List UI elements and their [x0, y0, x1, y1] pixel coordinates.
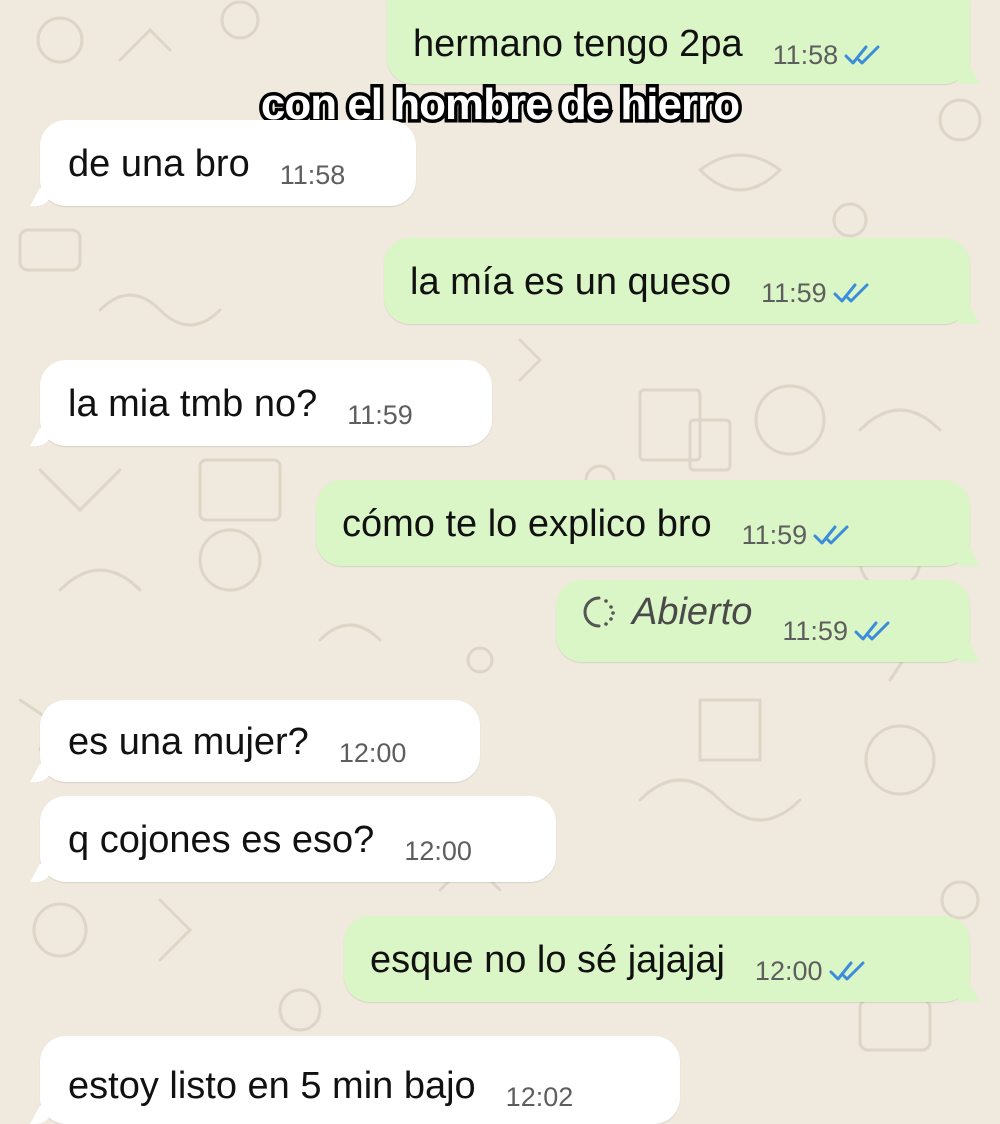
double-check-read-icon	[833, 283, 869, 303]
message-time: 12:00	[754, 956, 823, 986]
message-text: de una bro	[68, 143, 250, 185]
message-time: 11:59	[782, 616, 848, 646]
message-bubble-outgoing[interactable]: cómo te lo explico bro 11:59	[316, 480, 970, 566]
message-meta: 11:59	[761, 278, 871, 308]
message-time: 11:58	[772, 40, 839, 70]
message-text: hermano tengo 2pa	[413, 23, 743, 65]
message-bubble-outgoing[interactable]: hermano tengo 2pa 11:58	[387, 0, 970, 84]
message-bubble-incoming[interactable]: la mia tmb no? 11:59	[40, 360, 492, 446]
view-once-message-bubble[interactable]: Abierto 11:59	[556, 580, 970, 662]
message-bubble-incoming[interactable]: q cojones es eso? 12:00	[40, 796, 556, 882]
message-text: la mía es un queso	[410, 261, 732, 303]
message-bubble-incoming[interactable]: es una mujer? 12:00	[40, 700, 480, 782]
message-text: esque no lo sé jajajaj	[370, 939, 725, 981]
view-once-status-label: Abierto	[632, 591, 753, 633]
message-time: 11:59	[347, 400, 413, 430]
message-text: es una mujer?	[68, 721, 309, 763]
message-time: 11:59	[761, 278, 827, 308]
message-bubble-incoming[interactable]: de una bro 11:58	[40, 120, 416, 206]
message-bubble-outgoing[interactable]: esque no lo sé jajajaj 12:00	[344, 916, 970, 1002]
double-check-read-icon	[813, 525, 849, 545]
message-meta: 11:58	[280, 160, 346, 190]
message-time: 12:02	[505, 1082, 574, 1112]
message-time: 11:58	[279, 160, 346, 190]
message-meta: 12:00	[404, 836, 472, 866]
double-check-read-icon	[829, 961, 864, 981]
message-time: 12:00	[338, 738, 407, 768]
message-meta: 12:00	[755, 956, 867, 986]
message-time: 11:59	[741, 520, 808, 550]
message-bubble-outgoing[interactable]: la mía es un queso 11:59	[384, 238, 970, 324]
message-time: 12:00	[404, 836, 472, 866]
message-meta: 12:00	[339, 738, 407, 768]
message-text: q cojones es eso?	[68, 819, 375, 861]
view-once-icon	[583, 596, 615, 628]
message-meta: 12:02	[506, 1082, 574, 1112]
message-meta: 11:59	[347, 400, 413, 430]
message-text: estoy listo en 5 min bajo	[68, 1065, 476, 1107]
double-check-read-icon	[844, 45, 880, 65]
message-meta: 11:59	[782, 616, 892, 646]
message-text: la mia tmb no?	[68, 383, 318, 425]
message-text: cómo te lo explico bro	[342, 503, 712, 545]
message-meta: 11:59	[742, 520, 852, 550]
double-check-read-icon	[854, 621, 890, 641]
message-meta: 11:58	[773, 40, 883, 70]
message-bubble-incoming[interactable]: estoy listo en 5 min bajo 12:02	[40, 1036, 680, 1124]
